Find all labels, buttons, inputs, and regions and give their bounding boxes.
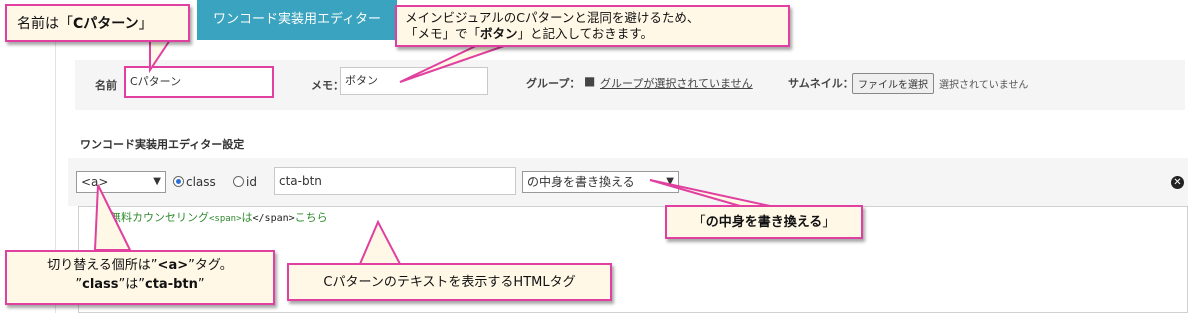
close-icon[interactable]: ✕ <box>1171 176 1184 189</box>
name-input[interactable]: Cパターン <box>124 66 274 98</box>
code-text: 無料カウンセリング <box>110 211 209 224</box>
callout-switch-line1: 切り替える個所は”<a>”タグ。 <box>17 256 263 275</box>
action-select-value: の中身を書き換える <box>527 175 635 189</box>
file-status: 選択されていません <box>939 80 1029 91</box>
callout-memo-line2-c: 」と記入しておきます。 <box>517 26 654 41</box>
callout-html-tag: Cパターンのテキストを表示するHTMLタグ <box>287 263 612 301</box>
radio-id[interactable]: id <box>233 175 257 189</box>
memo-input[interactable]: ボタン <box>340 67 488 95</box>
code-line: 無料カウンセリング<span>は</span>こちら <box>110 209 328 225</box>
tag-select-value: <a> <box>81 175 109 189</box>
callout-name: 名前は「Cパターン」 <box>5 4 190 42</box>
group-link[interactable]: グループが選択されていません <box>600 75 753 91</box>
code-mid: は <box>241 211 253 224</box>
radio-unchecked-icon <box>233 176 244 187</box>
section-title: ワンコード実装用エディター設定 <box>80 138 245 151</box>
callout-name-b: Cパターン <box>73 16 139 32</box>
code-tail: こちら <box>294 211 328 224</box>
callout-name-a: 名前は「 <box>17 16 73 32</box>
callout-switch-line2-e: ” <box>197 277 205 292</box>
callout-memo-line2-a: 「メモ」で「 <box>405 26 481 41</box>
code-tag-close: </span> <box>252 213 295 224</box>
callout-name-c: 」 <box>138 16 153 32</box>
radio-class[interactable]: class <box>173 175 216 189</box>
thumbnail-label: サムネイル： <box>788 77 854 90</box>
callout-switch-line1-c: ”タグ。 <box>188 258 233 273</box>
chevron-down-icon: ▼ <box>153 176 161 187</box>
callout-memo-line2: 「メモ」で「ボタン」と記入しておきます。 <box>405 26 780 42</box>
tab-one-code-editor[interactable]: ワンコード実装用エディター <box>197 0 397 40</box>
callout-switch-line2: ”class”は”cta-btn” <box>17 275 263 294</box>
group-label: グループ： <box>526 77 581 90</box>
callout-switch-line1-b: <a> <box>157 258 189 273</box>
callout-memo: メインビジュアルのCパターンと混同を避けるため、 「メモ」で「ボタン」と記入して… <box>395 5 790 47</box>
callout-memo-line1: メインビジュアルのCパターンと混同を避けるため、 <box>405 10 700 25</box>
radio-checked-icon <box>173 176 184 187</box>
tag-select[interactable]: <a> ▼ <box>76 171 166 193</box>
selector-input[interactable]: cta-btn <box>274 167 516 195</box>
callout-switch-line2-d: cta-btn <box>145 277 198 292</box>
radio-class-label: class <box>186 175 216 189</box>
callout-switch-line1-a: 切り替える個所は” <box>47 258 158 273</box>
name-label: 名前 <box>95 79 117 92</box>
callout-memo-line2-b: ボタン <box>480 26 518 41</box>
file-select-button[interactable]: ファイルを選択 <box>852 73 934 94</box>
callout-switch-line2-c: ”は” <box>118 277 146 292</box>
callout-action-c: 」 <box>822 215 836 230</box>
callout-action: 「の中身を書き換える」 <box>665 205 863 239</box>
code-tag-open: <span> <box>209 214 242 224</box>
callout-action-b: の中身を書き換える <box>705 215 823 230</box>
folder-icon: ■ <box>584 74 596 88</box>
callout-switch-line2-b: class <box>82 277 119 292</box>
callout-switch: 切り替える個所は”<a>”タグ。 ”class”は”cta-btn” <box>5 250 275 305</box>
radio-id-label: id <box>246 175 257 189</box>
action-select[interactable]: の中身を書き換える ▼ <box>522 171 679 193</box>
callout-action-a: 「 <box>692 215 706 230</box>
chevron-down-icon: ▼ <box>666 176 674 187</box>
